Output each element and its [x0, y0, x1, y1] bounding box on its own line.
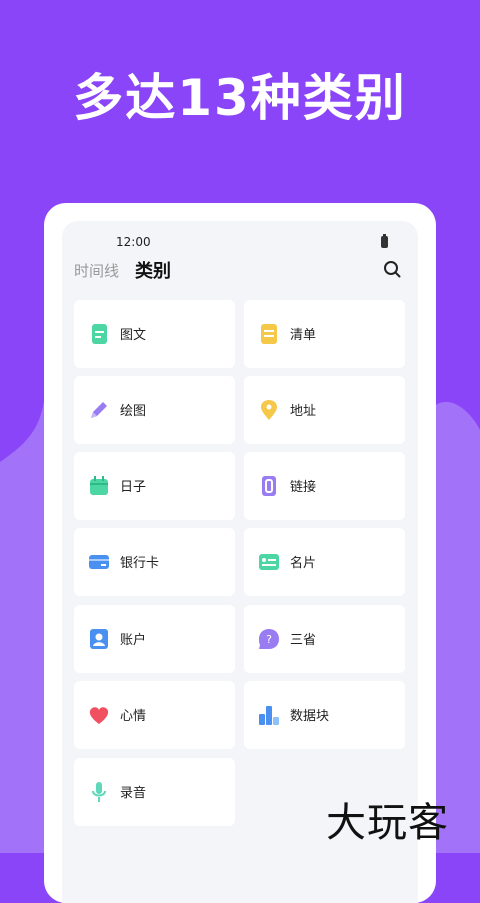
category-card-text[interactable]: 图文: [74, 300, 235, 368]
category-card-link[interactable]: 链接: [244, 452, 405, 520]
category-label: 银行卡: [120, 556, 160, 571]
tab-category[interactable]: 类别: [135, 257, 171, 283]
document-icon: [92, 324, 107, 344]
location-pin-icon: [261, 400, 277, 420]
category-card-data-block[interactable]: 数据块: [244, 681, 405, 749]
checklist-icon: [261, 324, 277, 344]
account-icon: [90, 629, 108, 649]
svg-text:?: ?: [266, 633, 272, 646]
category-card-reflection[interactable]: ? 三省: [244, 605, 405, 673]
category-label: 清单: [290, 328, 317, 343]
question-bubble-icon: ?: [259, 629, 279, 649]
pencil-icon: [91, 402, 107, 418]
category-card-business-card[interactable]: 名片: [244, 528, 405, 596]
battery-icon: [381, 234, 388, 248]
category-label: 地址: [290, 404, 317, 419]
microphone-icon: [92, 782, 106, 802]
tab-timeline[interactable]: 时间线: [74, 260, 119, 281]
bank-card-icon: [89, 555, 109, 569]
category-label: 名片: [290, 556, 317, 571]
headline: 多达13种类别: [73, 69, 407, 127]
category-card-address[interactable]: 地址: [244, 376, 405, 444]
category-label: 三省: [290, 633, 317, 648]
category-card-drawing[interactable]: 绘图: [74, 376, 235, 444]
category-card-recording[interactable]: 录音: [74, 758, 235, 826]
category-card-days[interactable]: 日子: [74, 452, 235, 520]
heart-icon: [89, 707, 109, 724]
category-card-checklist[interactable]: 清单: [244, 300, 405, 368]
category-label: 链接: [290, 480, 317, 495]
search-icon[interactable]: [382, 259, 402, 279]
data-block-icon: [259, 706, 279, 725]
category-label: 日子: [120, 480, 147, 495]
category-card-mood[interactable]: 心情: [74, 681, 235, 749]
category-label: 绘图: [120, 404, 147, 419]
link-icon: [262, 476, 276, 496]
status-time: 12:00: [116, 235, 151, 249]
category-card-bank-card[interactable]: 银行卡: [74, 528, 235, 596]
category-label: 账户: [120, 633, 147, 648]
category-card-account[interactable]: 账户: [74, 605, 235, 673]
watermark-logo: 大玩客: [326, 800, 449, 846]
category-label: 图文: [120, 328, 147, 343]
business-card-icon: [259, 554, 279, 570]
category-label: 数据块: [290, 709, 330, 724]
calendar-icon: [90, 476, 108, 495]
category-label: 录音: [120, 786, 147, 801]
category-label: 心情: [120, 709, 147, 724]
